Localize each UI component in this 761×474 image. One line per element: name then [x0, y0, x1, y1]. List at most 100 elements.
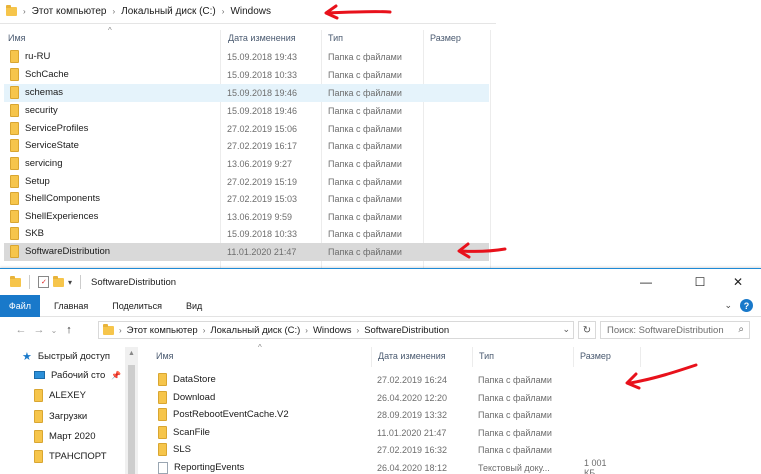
- help-icon[interactable]: ?: [740, 299, 753, 312]
- nav-item-desktop[interactable]: Рабочий сто 📌: [34, 366, 121, 384]
- list-item[interactable]: servicing 13.06.2019 9:27 Папка с файлам…: [4, 155, 489, 173]
- breadcrumb-item-local-disk[interactable]: Локальный диск (C:): [210, 325, 300, 336]
- back-arrow-icon[interactable]: ←: [12, 321, 30, 339]
- item-type: Папка с файлами: [328, 105, 402, 116]
- item-type: Папка с файлами: [328, 140, 402, 151]
- nav-item-quick-access[interactable]: ★ Быстрый доступ: [22, 347, 110, 365]
- item-name: ScanFile: [173, 427, 210, 439]
- folder-icon: [34, 409, 43, 423]
- list-item[interactable]: security 15.09.2018 19:46 Папка с файлам…: [4, 102, 489, 120]
- item-date: 27.02.2019 16:32: [377, 444, 448, 455]
- breadcrumb-item-local-disk[interactable]: Локальный диск (C:): [121, 6, 216, 17]
- refresh-button[interactable]: ↻: [578, 321, 596, 339]
- search-icon: ⌕: [738, 324, 744, 335]
- list-item[interactable]: PostRebootEventCache.V2 28.09.2019 13:32…: [154, 406, 614, 424]
- folder-icon: [158, 391, 167, 405]
- breadcrumb-item-this-pc[interactable]: Этот компьютер: [32, 6, 107, 17]
- item-name: Download: [173, 392, 216, 404]
- nav-item-label: Март 2020: [49, 430, 96, 442]
- tab-view[interactable]: Вид: [174, 295, 214, 317]
- breadcrumb-item-softwaredistribution[interactable]: SoftwareDistribution: [364, 325, 449, 336]
- folder-icon: [10, 227, 19, 241]
- list-item-hovered[interactable]: schemas 15.09.2018 19:46 Папка с файлами: [4, 84, 489, 102]
- list-item[interactable]: ShellExperiences 13.06.2019 9:59 Папка с…: [4, 208, 489, 226]
- search-input[interactable]: Поиск: SoftwareDistribution ⌕: [600, 321, 750, 339]
- chevron-right-icon: ›: [221, 7, 225, 16]
- quick-access-toolbar: ✓ ▾: [10, 275, 85, 289]
- item-date: 15.09.2018 19:43: [227, 51, 298, 62]
- forward-arrow-icon[interactable]: →: [30, 321, 48, 339]
- item-date: 26.04.2020 12:20: [377, 392, 448, 403]
- column-type[interactable]: Тип: [328, 33, 343, 43]
- annotation-arrow-icon: [625, 363, 698, 390]
- chevron-down-icon[interactable]: ⌄: [48, 321, 60, 339]
- folder-icon: [10, 157, 19, 171]
- nav-item-folder[interactable]: ТРАНСПОРТ: [34, 447, 107, 465]
- item-type: Папка с файлами: [328, 176, 402, 187]
- sort-ascending-icon: ^: [108, 26, 112, 35]
- list-item[interactable]: SKB 15.09.2018 10:33 Папка с файлами: [4, 225, 489, 243]
- scrollbar[interactable]: ▲: [125, 347, 138, 474]
- list-item-selected[interactable]: SoftwareDistribution 11.01.2020 21:47 Па…: [4, 243, 489, 261]
- address-bar[interactable]: › Этот компьютер › Локальный диск (C:) ›…: [98, 321, 574, 339]
- close-button[interactable]: ✕: [715, 269, 761, 295]
- column-header: ^ Имя Дата изменения Тип Размер: [0, 26, 496, 48]
- item-type: Текстовый доку...: [478, 462, 550, 473]
- scroll-up-icon[interactable]: ▲: [128, 350, 135, 357]
- new-folder-icon[interactable]: [53, 275, 64, 287]
- desktop-icon: [34, 371, 45, 379]
- column-size[interactable]: Размер: [580, 351, 611, 361]
- chevron-down-icon[interactable]: ⌄: [724, 300, 732, 311]
- item-date: 27.02.2019 16:24: [377, 374, 448, 385]
- annotation-arrow-icon: [457, 242, 507, 259]
- folder-icon: [10, 192, 19, 206]
- list-item[interactable]: SLS 27.02.2019 16:32 Папка с файлами: [154, 441, 614, 459]
- list-item[interactable]: Download 26.04.2020 12:20 Папка с файлам…: [154, 389, 614, 407]
- list-item[interactable]: ru-RU 15.09.2018 19:43 Папка с файлами: [4, 48, 489, 66]
- list-item[interactable]: ScanFile 11.01.2020 21:47 Папка с файлам…: [154, 424, 614, 442]
- list-item[interactable]: SchCache 15.09.2018 10:33 Папка с файлам…: [4, 66, 489, 84]
- nav-item-folder[interactable]: ALEXEY: [34, 386, 86, 404]
- column-date[interactable]: Дата изменения: [378, 351, 446, 361]
- breadcrumb-item-windows[interactable]: Windows: [313, 325, 352, 336]
- item-name: SoftwareDistribution: [25, 246, 111, 258]
- nav-item-folder[interactable]: Загрузки: [34, 407, 87, 425]
- list-item[interactable]: DataStore 27.02.2019 16:24 Папка с файла…: [154, 371, 614, 389]
- folder-icon: [10, 68, 19, 82]
- up-arrow-icon[interactable]: ↑: [60, 321, 78, 339]
- item-date: 15.09.2018 19:46: [227, 105, 298, 116]
- list-item[interactable]: ServiceProfiles 27.02.2019 15:06 Папка с…: [4, 120, 489, 138]
- breadcrumb-item-this-pc[interactable]: Этот компьютер: [127, 325, 198, 336]
- list-item[interactable]: ServiceState 27.02.2019 16:17 Папка с фа…: [4, 137, 489, 155]
- breadcrumb-item-windows[interactable]: Windows: [230, 6, 271, 17]
- column-name[interactable]: Имя: [8, 33, 26, 43]
- column-date[interactable]: Дата изменения: [228, 33, 296, 43]
- list-item[interactable]: Setup 27.02.2019 15:19 Папка с файлами: [4, 173, 489, 191]
- list-item[interactable]: ReportingEvents 26.04.2020 18:12 Текстов…: [154, 458, 614, 474]
- folder-icon: [34, 388, 43, 402]
- item-name: PostRebootEventCache.V2: [173, 409, 289, 421]
- scrollbar-thumb[interactable]: [128, 365, 135, 474]
- background-explorer-window: › Этот компьютер › Локальный диск (C:) ›…: [0, 0, 761, 270]
- chevron-down-icon[interactable]: ▾: [68, 278, 72, 287]
- properties-icon[interactable]: ✓: [38, 276, 49, 288]
- minimize-button[interactable]: —: [623, 269, 669, 295]
- tab-home[interactable]: Главная: [40, 295, 100, 317]
- chevron-down-icon[interactable]: ⌄: [562, 324, 570, 335]
- item-type: Папка с файлами: [328, 51, 402, 62]
- pin-icon: 📌: [111, 370, 122, 380]
- folder-icon: [158, 373, 167, 387]
- ribbon-tabs: Файл Главная Поделиться Вид ⌄ ?: [0, 294, 761, 317]
- list-item[interactable]: ShellComponents 27.02.2019 15:03 Папка с…: [4, 190, 489, 208]
- column-size[interactable]: Размер: [430, 33, 461, 43]
- column-type[interactable]: Тип: [479, 351, 494, 361]
- tab-file[interactable]: Файл: [0, 294, 40, 317]
- column-name[interactable]: Имя: [156, 351, 174, 361]
- item-date: 11.01.2020 21:47: [227, 246, 297, 257]
- folder-icon: [103, 323, 114, 335]
- nav-item-folder[interactable]: Март 2020: [34, 427, 96, 445]
- tab-share[interactable]: Поделиться: [100, 295, 174, 317]
- folder-icon: [10, 210, 19, 224]
- chevron-right-icon: ›: [112, 7, 116, 16]
- breadcrumb[interactable]: › Этот компьютер › Локальный диск (C:) ›…: [0, 0, 496, 24]
